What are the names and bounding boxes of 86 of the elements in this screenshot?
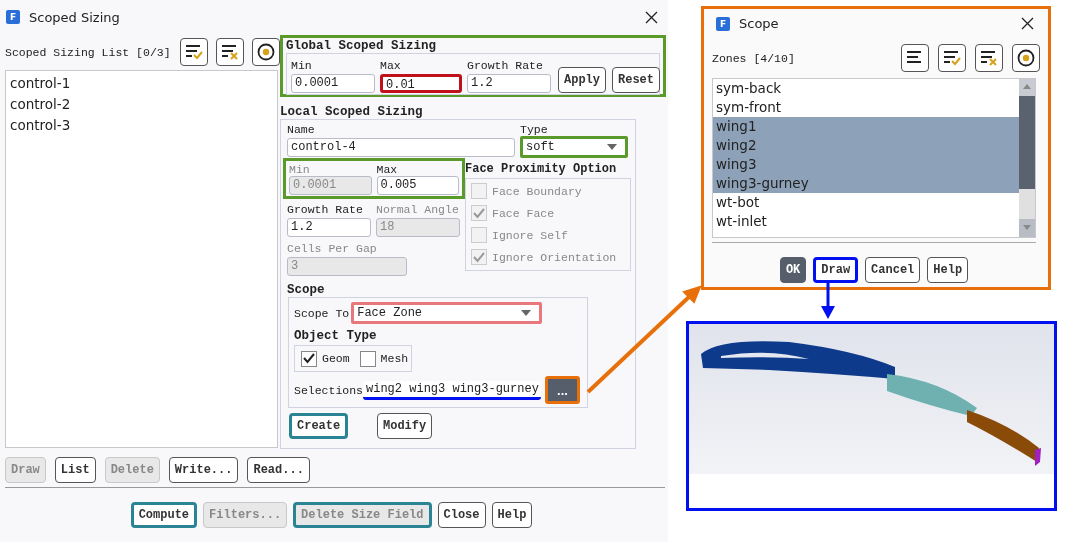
- action-button[interactable]: Write...: [168, 457, 239, 483]
- field-label: Cells Per Gap: [287, 242, 377, 255]
- text-field[interactable]: 0.01: [380, 74, 462, 93]
- text-field[interactable]: 0.0001: [291, 74, 375, 93]
- field-label: Selections: [294, 383, 363, 397]
- list-item[interactable]: wing3: [713, 155, 1019, 174]
- list-item[interactable]: wing2: [713, 136, 1019, 155]
- field-label: Max: [380, 59, 402, 72]
- scrollbar[interactable]: [1019, 79, 1035, 237]
- action-button[interactable]: Close: [437, 502, 486, 528]
- checkbox[interactable]: [359, 350, 376, 367]
- caret-icon: [607, 144, 617, 150]
- window-title: Scoped Sizing: [29, 9, 121, 25]
- field-label: Growth Rate: [467, 59, 544, 72]
- action-button[interactable]: Cancel: [865, 257, 921, 283]
- lines-icon: [906, 50, 924, 66]
- text-field[interactable]: 1.2: [467, 74, 551, 93]
- target-icon: [1017, 49, 1035, 67]
- field-label: Max: [376, 163, 399, 176]
- checkbox-label: Ignore Orientation: [492, 250, 617, 264]
- scope-dropdown[interactable]: Face Zone: [351, 302, 543, 324]
- app-icon: F: [6, 10, 20, 24]
- list-label: Scoped Sizing List [0/3]: [5, 45, 172, 59]
- action-button[interactable]: Modify: [377, 413, 433, 439]
- action-button[interactable]: Draw: [813, 257, 859, 283]
- select-all-button[interactable]: [180, 38, 208, 66]
- list-item[interactable]: wing3-gurney: [713, 174, 1019, 193]
- app-icon: F: [716, 16, 730, 31]
- checkbox-label: Geom: [322, 352, 350, 365]
- lines-check-icon: [185, 44, 203, 60]
- checkbox-label: Ignore Self: [492, 228, 568, 242]
- arrow: [821, 283, 835, 319]
- action-button[interactable]: OK: [779, 257, 807, 283]
- text-field[interactable]: 1.2: [287, 218, 371, 237]
- action-button[interactable]: Compute: [130, 502, 198, 528]
- group-title: Face Proximity Option: [465, 163, 618, 176]
- lines-check-icon: [943, 50, 961, 66]
- list-item[interactable]: control-2: [6, 94, 277, 115]
- action-button[interactable]: Read...: [247, 457, 310, 483]
- field-label: Min: [289, 163, 311, 176]
- close-icon[interactable]: [645, 10, 658, 24]
- checkbox[interactable]: [301, 350, 317, 367]
- list-button[interactable]: [901, 44, 929, 72]
- text-field[interactable]: 0.005: [376, 176, 459, 195]
- checkbox-label: Face Face: [492, 206, 555, 220]
- checkbox-label: Mesh: [380, 352, 409, 365]
- browse-button[interactable]: ...: [545, 376, 580, 404]
- action-button[interactable]: Help: [491, 502, 533, 528]
- group-title: Object Type: [294, 330, 378, 343]
- group-title: Global Scoped Sizing: [286, 40, 438, 53]
- field-label: Type: [520, 123, 549, 136]
- action-button[interactable]: List: [54, 457, 96, 483]
- list-item[interactable]: wt-inlet: [713, 212, 1019, 231]
- list-item[interactable]: sym-back: [713, 79, 1019, 98]
- field-label: Name: [287, 123, 316, 136]
- field-label: Growth Rate: [287, 203, 364, 216]
- text-field[interactable]: control-4: [287, 138, 515, 157]
- selections-field[interactable]: wing2 wing3 wing3-gurney: [363, 380, 541, 400]
- field-label: Min: [291, 59, 313, 72]
- list-item[interactable]: wt-bot: [713, 193, 1019, 212]
- select-all-button[interactable]: [938, 44, 966, 72]
- target-button[interactable]: [252, 38, 280, 66]
- list-label: Zones [4/10]: [712, 51, 796, 65]
- field-label: Normal Angle: [376, 203, 460, 216]
- action-button[interactable]: Help: [927, 257, 969, 283]
- lines-cross-icon: [980, 50, 998, 66]
- action-button[interactable]: Apply: [558, 67, 606, 93]
- action-button[interactable]: Create: [289, 413, 349, 439]
- group-title: Local Scoped Sizing: [280, 106, 424, 119]
- deselect-all-button[interactable]: [216, 38, 244, 66]
- target-button[interactable]: [1012, 44, 1040, 72]
- field-label: Scope To: [294, 306, 350, 320]
- action-button[interactable]: Reset: [612, 67, 661, 93]
- list-item[interactable]: control-1: [6, 73, 277, 94]
- target-icon: [257, 43, 275, 61]
- list-item[interactable]: sym-front: [713, 98, 1019, 117]
- close-icon[interactable]: [1021, 17, 1034, 30]
- group-title: Scope: [287, 283, 326, 297]
- caret-icon: [521, 310, 532, 316]
- checkbox-label: Face Boundary: [492, 184, 582, 198]
- lines-cross-icon: [221, 44, 239, 60]
- deselect-all-button[interactable]: [975, 44, 1003, 72]
- list-item[interactable]: wing1: [713, 117, 1019, 136]
- type-dropdown[interactable]: soft: [520, 136, 628, 158]
- list-item[interactable]: control-3: [6, 115, 277, 136]
- window-title: Scope: [739, 16, 780, 31]
